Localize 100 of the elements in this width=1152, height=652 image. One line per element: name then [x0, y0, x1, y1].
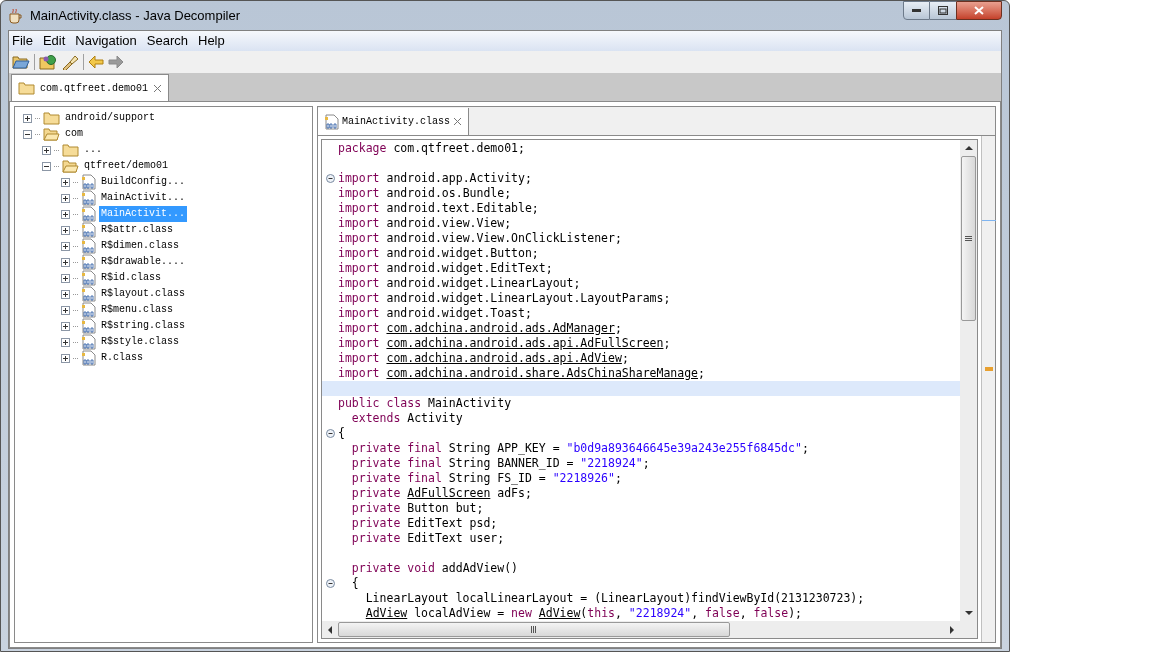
- code-line: LinearLayout localLinearLayout = (LinearLayout)findViewById(2131230723);: [364, 591, 865, 606]
- scrollbar-thumb[interactable]: [338, 622, 730, 637]
- code-line: import com.adchina.android.ads.api.AdView;: [338, 351, 629, 366]
- expand-icon[interactable]: [61, 257, 70, 267]
- menu-item[interactable]: Help: [198, 31, 225, 51]
- code-line: import android.widget.LinearLayout;: [338, 276, 581, 291]
- tree-item[interactable]: android/support: [63, 110, 157, 126]
- code-line: private final String BANNER_ID = "2218924";: [350, 456, 650, 471]
- type-link[interactable]: com.adchina.android.share.AdsChinaShareManage: [386, 366, 699, 380]
- class-file-icon: [81, 318, 96, 334]
- minimize-button[interactable]: [903, 1, 930, 20]
- code-line: extends Activity: [350, 411, 463, 426]
- code-line: public class MainActivity: [338, 396, 512, 411]
- code-line: import android.widget.EditText;: [338, 261, 553, 276]
- tree-item[interactable]: R$drawable....: [99, 254, 187, 270]
- expand-icon[interactable]: [61, 273, 70, 283]
- code-line: import android.app.Activity;: [338, 171, 532, 186]
- expand-icon[interactable]: [23, 113, 32, 123]
- type-link[interactable]: com.adchina.android.ads.api.AdView: [386, 351, 622, 365]
- expand-icon[interactable]: [61, 241, 70, 251]
- type-link[interactable]: AdFullScreen: [407, 486, 491, 500]
- tree-item[interactable]: com: [63, 126, 85, 142]
- tree-item[interactable]: R$style.class: [99, 334, 181, 350]
- coffee-cup-icon: [8, 7, 24, 24]
- code-line: import android.widget.LinearLayout.LayoutParams;: [338, 291, 671, 306]
- code-line: private void addAdView(): [350, 561, 519, 576]
- collapse-icon[interactable]: [42, 161, 51, 171]
- code-line: private Button but;: [350, 501, 484, 516]
- class-file-icon: [81, 222, 96, 238]
- class-file-icon: [81, 286, 96, 302]
- code-line: private final String APP_KEY = "b0d9a893646645e39a243e255f6845dc";: [350, 441, 809, 456]
- type-link[interactable]: com.adchina.android.ads.AdManager: [386, 321, 615, 335]
- scrollbar-thumb[interactable]: [961, 156, 976, 321]
- fold-icon[interactable]: [325, 174, 335, 183]
- type-link[interactable]: AdView: [538, 606, 581, 620]
- class-file-icon: [324, 113, 339, 130]
- expand-icon[interactable]: [61, 289, 70, 299]
- fold-icon[interactable]: [325, 429, 335, 438]
- tree-item[interactable]: ...: [82, 142, 104, 158]
- class-file-icon: [81, 238, 96, 254]
- menu-item[interactable]: File: [12, 31, 33, 51]
- expand-icon[interactable]: [61, 209, 70, 219]
- back-arrow-icon[interactable]: [88, 55, 104, 69]
- editor-tab[interactable]: MainActivity.class: [318, 108, 470, 135]
- tree-item[interactable]: R$string.class: [99, 318, 187, 334]
- grip-icon: [531, 626, 537, 633]
- close-icon[interactable]: [153, 83, 163, 93]
- code-line: import com.adchina.android.share.AdsChinaShareManage;: [338, 366, 705, 381]
- tree-item[interactable]: MainActivit...: [99, 190, 187, 206]
- tree-item[interactable]: BuildConfig...: [99, 174, 187, 190]
- menu-item[interactable]: Search: [146, 31, 188, 51]
- fold-icon[interactable]: [325, 579, 335, 588]
- class-file-icon: [81, 174, 96, 190]
- close-icon[interactable]: [453, 117, 463, 126]
- menu-item[interactable]: Navigation: [75, 31, 137, 51]
- tree-item[interactable]: R$id.class: [99, 270, 163, 286]
- collapse-icon[interactable]: [23, 129, 32, 139]
- vertical-scrollbar[interactable]: [960, 140, 977, 621]
- type-link[interactable]: com.adchina.android.ads.api.AdFullScreen: [386, 336, 664, 350]
- class-file-icon: [81, 350, 96, 366]
- open-folder-icon: [62, 159, 79, 173]
- expand-icon[interactable]: [61, 353, 70, 363]
- close-icon: [974, 6, 984, 15]
- type-link[interactable]: AdView: [365, 606, 408, 620]
- code-line: import android.widget.Button;: [338, 246, 539, 261]
- open-folder-icon[interactable]: [12, 54, 30, 70]
- expand-icon[interactable]: [61, 193, 70, 203]
- folder-globe-icon[interactable]: [39, 54, 57, 70]
- tree-item[interactable]: R.class: [99, 350, 145, 366]
- class-file-icon: [81, 334, 96, 350]
- close-button[interactable]: [956, 1, 1002, 20]
- code-line: import android.view.View;: [338, 216, 512, 231]
- open-folder-icon: [43, 127, 60, 141]
- folder-icon: [18, 81, 35, 95]
- expand-icon[interactable]: [61, 321, 70, 331]
- code-line: package com.qtfreet.demo01;: [338, 141, 525, 156]
- minimize-icon: [912, 9, 921, 12]
- code-line: private EditText psd;: [350, 516, 498, 531]
- code-line: AdView localAdView = new AdView(this, "2218924", false, false);: [364, 606, 802, 621]
- tree-item[interactable]: R$layout.class: [99, 286, 187, 302]
- code-line: import android.text.Editable;: [338, 201, 539, 216]
- tree-item[interactable]: R$attr.class: [99, 222, 175, 238]
- expand-icon[interactable]: [61, 177, 70, 187]
- expand-icon[interactable]: [61, 225, 70, 235]
- horizontal-scrollbar[interactable]: [322, 621, 977, 638]
- class-file-icon: [81, 206, 96, 222]
- class-file-icon: [81, 302, 96, 318]
- expand-icon[interactable]: [61, 305, 70, 315]
- tree-item[interactable]: R$dimen.class: [99, 238, 181, 254]
- expand-icon[interactable]: [61, 337, 70, 347]
- code-line: {: [338, 426, 345, 441]
- grip-icon: [965, 235, 972, 242]
- menu-item[interactable]: Edit: [42, 31, 66, 51]
- archive-tab[interactable]: com.qtfreet.demo01: [11, 74, 170, 101]
- tree-item[interactable]: qtfreet/demo01: [82, 158, 170, 174]
- tree-item[interactable]: R$menu.class: [99, 302, 175, 318]
- code-line: import com.adchina.android.ads.AdManager;: [338, 321, 622, 336]
- maximize-button[interactable]: [930, 1, 956, 20]
- expand-icon[interactable]: [42, 145, 51, 155]
- class-file-icon: [81, 254, 96, 270]
